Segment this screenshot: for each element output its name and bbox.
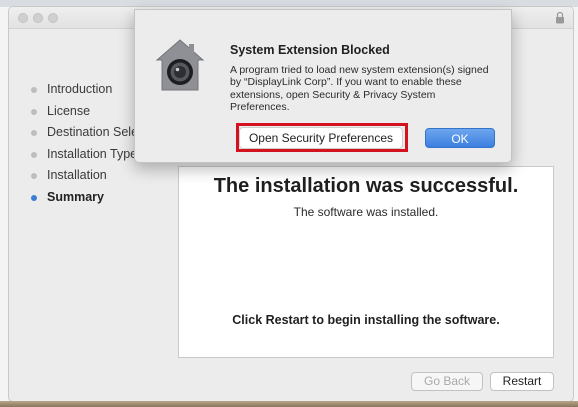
- lock-icon[interactable]: [555, 11, 565, 24]
- go-back-button[interactable]: Go Back: [411, 372, 483, 391]
- step-label: Introduction: [47, 82, 113, 96]
- step-label: Installation Type: [47, 146, 138, 161]
- step-bullet: [31, 173, 37, 180]
- step-installation: Installation: [27, 165, 152, 187]
- close-window-button[interactable]: [18, 13, 28, 23]
- desktop-background-bottom: [0, 401, 578, 407]
- step-bullet: [31, 108, 37, 115]
- minimize-window-button[interactable]: [33, 13, 43, 23]
- step-label: License: [47, 103, 91, 118]
- step-bullet-active: [31, 194, 37, 201]
- restart-button[interactable]: Restart: [490, 372, 554, 391]
- alert-title: System Extension Blocked: [230, 43, 390, 57]
- step-label: Destination Select: [47, 125, 148, 140]
- step-label: Installation: [47, 168, 107, 183]
- zoom-window-button[interactable]: [48, 13, 58, 23]
- security-house-icon: [155, 39, 205, 91]
- step-label: Summary: [47, 189, 104, 204]
- restart-instruction: Click Restart to begin installing the so…: [232, 313, 500, 327]
- step-bullet: [31, 151, 37, 158]
- system-extension-blocked-alert: System Extension Blocked A program tried…: [134, 9, 512, 163]
- alert-message: A program tried to load new system exten…: [230, 64, 489, 114]
- step-summary: Summary: [27, 187, 152, 209]
- installation-success-subline: The software was installed.: [293, 205, 439, 219]
- step-bullet: [31, 130, 37, 137]
- ok-button[interactable]: OK: [425, 128, 495, 148]
- installation-success-headline: The installation was successful.: [213, 175, 519, 197]
- highlight-annotation-box: [236, 123, 408, 152]
- summary-content-panel: The installation was successful. The sof…: [178, 166, 554, 358]
- step-bullet: [31, 87, 37, 93]
